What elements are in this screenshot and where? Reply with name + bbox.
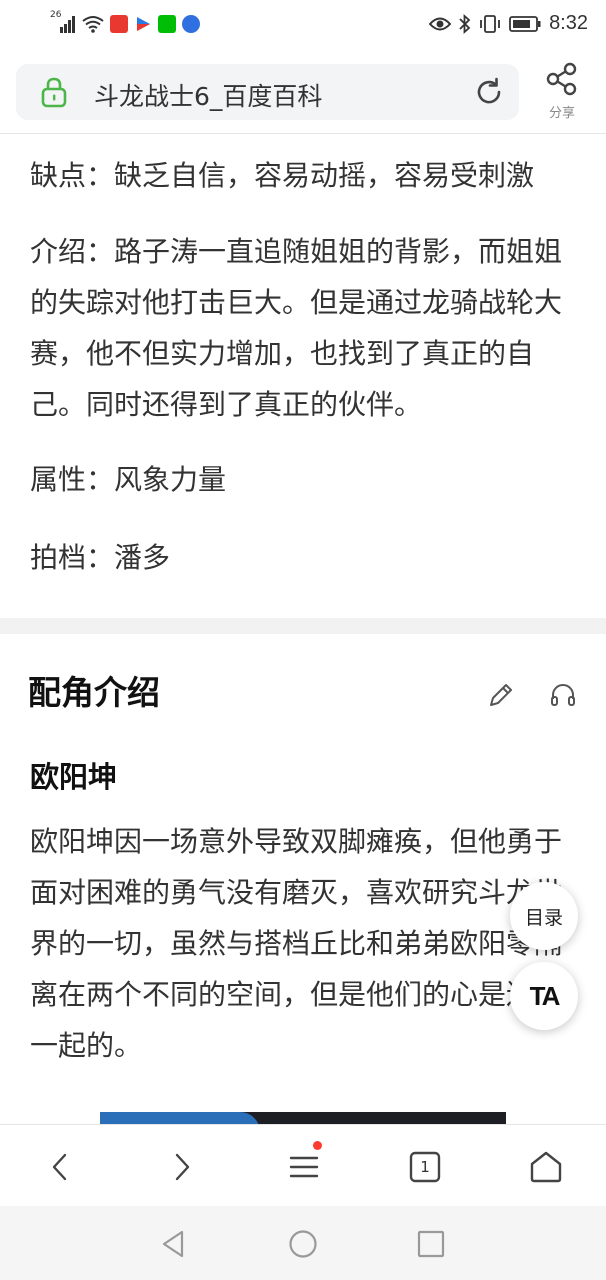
tab-count: 1 — [420, 1158, 430, 1176]
browser-toolbar: 1 — [0, 1124, 606, 1206]
battery-icon — [509, 15, 541, 32]
url-bar[interactable]: 斗龙战士6_百度百科 — [16, 64, 519, 120]
baidu-app-icon — [182, 15, 200, 33]
section-title: 配角介绍 — [28, 673, 160, 712]
home-icon — [530, 1151, 562, 1183]
signal-icon: 26 — [50, 10, 76, 34]
home-button[interactable] — [524, 1145, 568, 1189]
status-right-icons: 8:32 — [429, 12, 588, 35]
subsection-title: 欧阳坤 — [30, 760, 118, 794]
wifi-icon — [82, 16, 104, 33]
toutiao-app-icon — [110, 15, 128, 33]
article-content[interactable]: 缺点：缺乏自信，容易动摇，容易受刺激 介绍：路子涛一直追随姐姐的背影，而姐姐的失… — [0, 134, 606, 1124]
edit-icon[interactable] — [486, 680, 516, 710]
chevron-right-icon — [175, 1153, 190, 1181]
video-app-icon — [137, 17, 150, 31]
lock-icon — [41, 77, 67, 108]
system-back-icon[interactable] — [158, 1228, 190, 1260]
menu-icon — [289, 1156, 319, 1178]
notification-dot — [313, 1141, 322, 1150]
forward-button[interactable] — [160, 1145, 204, 1189]
status-bar: 26 8:32 — [0, 0, 606, 52]
share-button[interactable]: 分享 — [538, 62, 586, 126]
network-type: 26 — [50, 10, 62, 20]
system-recents-icon[interactable] — [415, 1228, 447, 1260]
status-left-icons: 26 — [50, 10, 200, 34]
system-navigation-bar — [0, 1206, 606, 1280]
paragraph-attribute: 属性：风象力量 — [30, 463, 227, 496]
menu-button[interactable] — [282, 1141, 326, 1189]
clock: 8:32 — [549, 12, 588, 34]
reload-icon[interactable] — [473, 76, 505, 108]
paragraph-ouyangkun: 欧阳坤因一场意外导致双脚瘫痪，但他勇于面对困难的勇气没有磨灭，喜欢研究斗龙世界的… — [30, 825, 563, 1062]
eye-icon — [429, 17, 452, 30]
headphones-icon[interactable] — [548, 680, 578, 710]
ta-button[interactable]: TA — [510, 962, 578, 1030]
table-of-contents-button[interactable]: 目录 — [510, 882, 578, 950]
back-button[interactable] — [38, 1145, 82, 1189]
share-label: 分享 — [548, 106, 575, 121]
paragraph-partner: 拍档：潘多 — [30, 541, 171, 574]
section-divider — [0, 618, 606, 634]
chevron-left-icon — [52, 1153, 67, 1181]
bluetooth-icon — [459, 13, 471, 34]
iqiyi-app-icon — [158, 15, 176, 33]
paragraph-weakness: 缺点：缺乏自信，容易动摇，容易受刺激 — [30, 159, 535, 192]
browser-top-bar: 斗龙战士6_百度百科 分享 — [0, 52, 606, 134]
share-icon — [546, 62, 577, 96]
tabs-button[interactable]: 1 — [403, 1145, 447, 1189]
character-image[interactable] — [100, 1112, 506, 1124]
paragraph-intro: 介绍：路子涛一直追随姐姐的背影，而姐姐的失踪对他打击巨大。但是通过龙骑战轮大赛，… — [30, 235, 563, 421]
page-title: 斗龙战士6_百度百科 — [94, 82, 323, 111]
vibrate-icon — [480, 14, 500, 33]
system-home-icon[interactable] — [287, 1228, 319, 1260]
